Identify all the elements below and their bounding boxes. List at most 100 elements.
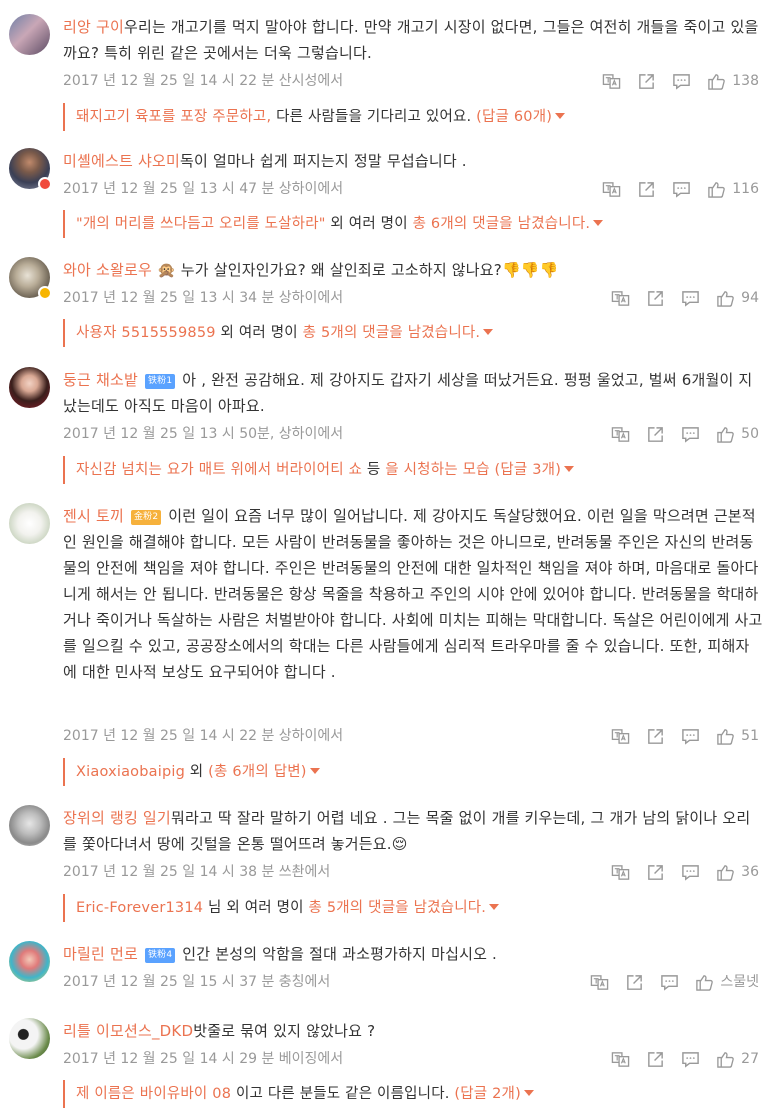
translate-button[interactable] xyxy=(611,727,630,746)
avatar[interactable] xyxy=(9,503,50,544)
reply-summary[interactable]: 사용자 5515559859 외 여러 명이 총 5개의 댓글을 남겼습니다. xyxy=(63,319,763,347)
like-count: 51 xyxy=(741,728,759,744)
like-icon xyxy=(717,864,734,881)
avatar[interactable] xyxy=(9,257,52,300)
vip-badge-icon xyxy=(38,286,52,300)
username[interactable]: 리앙 구이 xyxy=(63,18,124,36)
comment-button[interactable] xyxy=(681,425,700,444)
avatar[interactable] xyxy=(9,805,50,846)
comment-text: 밧줄로 묶여 있지 않았나요 ? xyxy=(193,1022,376,1040)
comment-button[interactable] xyxy=(681,727,700,746)
reply-summary[interactable]: Eric-Forever1314 님 외 여러 명이 총 5개의 댓글을 남겼습… xyxy=(63,894,763,922)
like-icon xyxy=(708,73,726,90)
monkey-emoji-icon: 🙊 xyxy=(156,261,176,279)
like-count: 116 xyxy=(732,181,759,197)
reply-summary[interactable]: 돼지고기 육포를 포장 주문하고, 다른 사람들을 기다리고 있어요. (답글 … xyxy=(63,103,763,131)
username[interactable]: 마릴린 먼로 xyxy=(63,945,138,963)
like-icon xyxy=(717,426,734,443)
translate-button[interactable] xyxy=(602,72,621,91)
chevron-down-icon[interactable] xyxy=(555,113,566,119)
share-button[interactable] xyxy=(637,180,656,199)
chevron-down-icon[interactable] xyxy=(483,329,494,335)
comment-button[interactable] xyxy=(681,289,700,308)
username[interactable]: 젠시 토끼 xyxy=(63,507,124,525)
share-icon xyxy=(648,1051,664,1067)
thumbs-down-emoji-icon: 👎👎👎 xyxy=(501,261,559,279)
fan-level-badge: 铁粉4 xyxy=(144,948,176,963)
comment-meta: 2017 년 12 월 25 일 13 시 47 분 상하이에서 xyxy=(63,181,344,197)
like-button[interactable]: 27 xyxy=(716,1048,759,1070)
like-button[interactable]: 51 xyxy=(716,725,759,747)
username[interactable]: 리틀 이모션스_DKD xyxy=(63,1022,193,1040)
comment-button[interactable] xyxy=(681,1050,700,1069)
share-button[interactable] xyxy=(646,289,665,308)
translate-button[interactable] xyxy=(611,1050,630,1069)
reply-summary[interactable]: Xiaoxiaobaipig 외 (총 6개의 답변) xyxy=(63,758,763,786)
verified-badge-icon xyxy=(38,177,52,191)
like-icon xyxy=(696,974,714,991)
like-button[interactable]: 116 xyxy=(707,178,759,200)
comment-meta: 2017 년 12 월 25 일 14 시 22 분 산시성에서 xyxy=(63,73,344,89)
translate-button[interactable] xyxy=(611,863,630,882)
share-icon xyxy=(627,974,643,990)
translate-button[interactable] xyxy=(611,425,630,444)
share-button[interactable] xyxy=(637,72,656,91)
reply-summary[interactable]: "개의 머리를 쓰다듬고 오리를 도살하라" 외 여러 명이 총 6개의 댓글을… xyxy=(63,210,763,238)
chevron-down-icon[interactable] xyxy=(309,768,320,774)
comment-button[interactable] xyxy=(672,180,691,199)
username[interactable]: 장위의 랭킹 일기 xyxy=(63,809,171,827)
translate-button[interactable] xyxy=(611,289,630,308)
comment-icon xyxy=(682,728,699,745)
avatar[interactable] xyxy=(9,941,50,982)
translate-button[interactable] xyxy=(602,180,621,199)
like-count: 50 xyxy=(741,426,759,442)
reply-summary[interactable]: 제 이름은 바이유바이 08 이고 다른 분들도 같은 이름입니다. (답글 2… xyxy=(63,1080,763,1108)
comment-icon xyxy=(682,1051,699,1068)
share-icon xyxy=(648,426,664,442)
share-button[interactable] xyxy=(625,973,644,992)
like-count: 138 xyxy=(732,73,759,89)
share-icon xyxy=(648,728,664,744)
chevron-down-icon[interactable] xyxy=(564,466,575,472)
comment-text: 인간 본성의 악함을 절대 과소평가하지 마십시오 . xyxy=(177,945,498,963)
username[interactable]: 와아 소왈로우 xyxy=(63,261,152,279)
comment-button[interactable] xyxy=(681,863,700,882)
avatar[interactable] xyxy=(9,14,50,55)
translate-icon xyxy=(603,181,621,197)
like-button[interactable]: 36 xyxy=(716,861,759,883)
comment-text: 이런 일이 요즘 너무 많이 일어납니다. 제 강아지도 독살당했어요. 이런 … xyxy=(63,507,763,681)
like-count: 27 xyxy=(741,1051,759,1067)
like-button[interactable]: 스물넷 xyxy=(695,971,759,993)
share-button[interactable] xyxy=(646,1050,665,1069)
avatar[interactable] xyxy=(9,367,50,408)
avatar[interactable] xyxy=(9,1018,50,1059)
comment-button[interactable] xyxy=(660,973,679,992)
like-icon xyxy=(717,1051,734,1068)
share-button[interactable] xyxy=(646,425,665,444)
comment-meta: 2017 년 12 월 25 일 14 시 38 분 쓰촨에서 xyxy=(63,864,331,880)
share-button[interactable] xyxy=(646,863,665,882)
like-count: 36 xyxy=(741,864,759,880)
share-button[interactable] xyxy=(646,727,665,746)
like-button[interactable]: 138 xyxy=(707,70,759,92)
avatar[interactable] xyxy=(9,148,52,191)
username[interactable]: 미셸에스트 샤오미 xyxy=(63,152,180,170)
comment-icon xyxy=(673,181,691,198)
share-icon xyxy=(639,181,655,197)
comment-button[interactable] xyxy=(672,72,691,91)
chevron-down-icon[interactable] xyxy=(489,904,500,910)
username[interactable]: 둥근 채소밭 xyxy=(63,371,138,389)
chevron-down-icon[interactable] xyxy=(593,220,604,226)
translate-button[interactable] xyxy=(590,973,609,992)
like-button[interactable]: 94 xyxy=(716,287,759,309)
like-icon xyxy=(708,181,726,198)
translate-icon xyxy=(591,974,609,990)
comment-text: 누가 살인자인가요? 왜 살인죄로 고소하지 않나요? xyxy=(175,261,502,279)
reply-summary[interactable]: 자신감 넘치는 요가 매트 위에서 버라이어티 쇼 등 을 시청하는 모습 (답… xyxy=(63,456,763,484)
share-icon xyxy=(648,864,664,880)
chevron-down-icon[interactable] xyxy=(523,1090,534,1096)
like-count: 94 xyxy=(741,290,759,306)
translate-icon xyxy=(611,1051,630,1067)
like-count: 스물넷 xyxy=(720,974,759,990)
like-button[interactable]: 50 xyxy=(716,423,759,445)
